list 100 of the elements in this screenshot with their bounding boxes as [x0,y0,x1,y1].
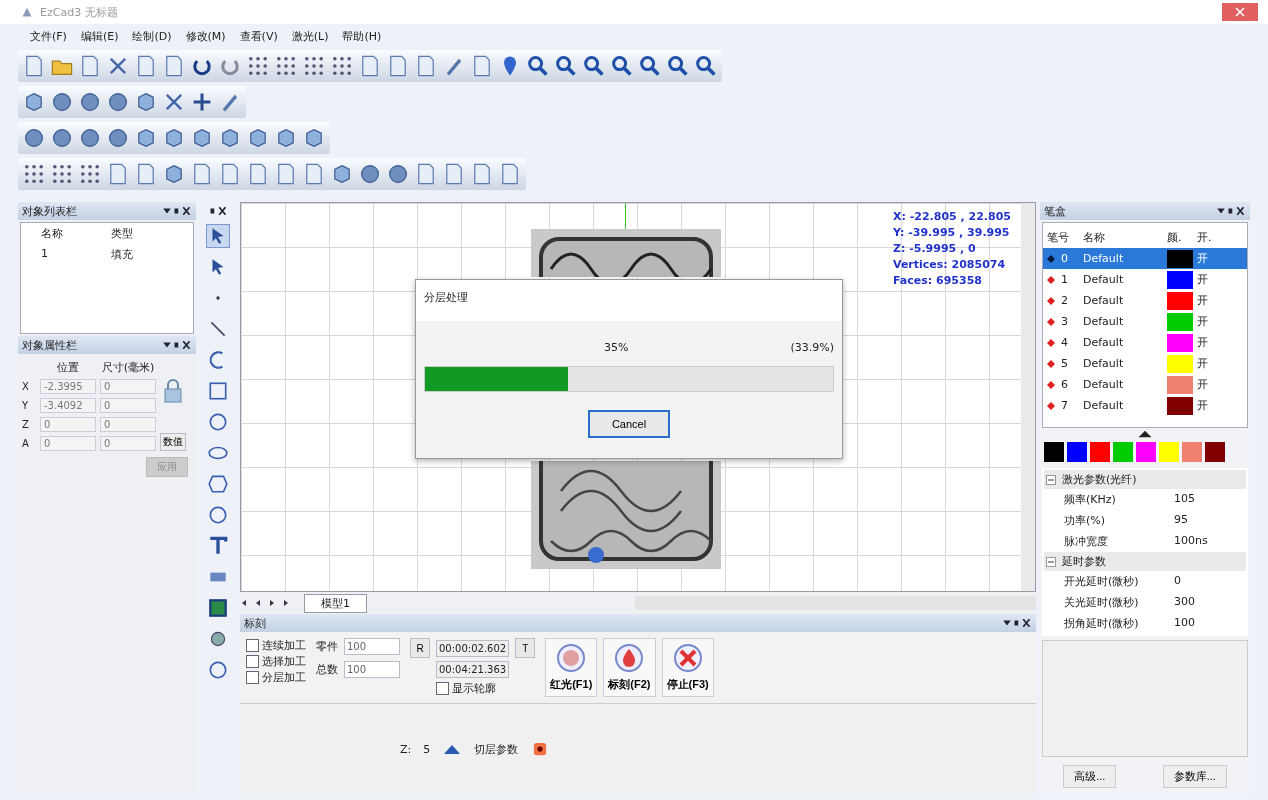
time-button[interactable]: T [515,638,536,658]
dot-grid-icon[interactable] [78,162,102,186]
dot-grid-icon[interactable] [274,54,298,78]
size-field[interactable]: 0 [100,398,156,413]
pen-name: Default [1083,399,1125,412]
pen-row[interactable]: 6 Default 开 [1043,374,1247,395]
checkbox[interactable] [436,682,449,695]
value-button[interactable]: 数值 [160,433,186,451]
panel-button[interactable]: 参数库... [1162,765,1227,788]
search-icon[interactable] [694,54,718,78]
pen-row[interactable]: 5 Default 开 [1043,353,1247,374]
position-field[interactable]: -2.3995 [40,379,96,394]
stop-button[interactable]: 停止(F3) [661,638,714,697]
color-swatch[interactable] [1205,442,1225,462]
color-swatch[interactable] [1159,442,1179,462]
menu-item[interactable]: 绘制(D) [132,28,172,44]
dot-grid-icon[interactable] [302,54,326,78]
square-icon[interactable] [207,380,229,402]
mark-button[interactable]: 标刻(F2) [603,638,656,697]
color-swatch[interactable] [1136,442,1156,462]
sphere-icon[interactable] [50,90,74,114]
column-header: 开. [1197,230,1213,245]
circle-icon[interactable] [207,411,229,433]
sphere-icon[interactable] [106,126,130,150]
input-field[interactable]: 100 [344,638,400,655]
polygon-icon[interactable] [207,473,229,495]
dot-grid-icon[interactable] [50,162,74,186]
sphere-icon[interactable] [78,90,102,114]
size-field[interactable]: 0 [100,379,156,394]
search-icon[interactable] [526,54,550,78]
panel-button[interactable]: 高级... [1063,765,1117,788]
layer-params-label: 切层参数 [474,741,519,757]
pen-on-label: 开 [1197,251,1209,266]
lock-icon[interactable] [163,378,183,404]
column-header: 笔号 [1047,230,1070,245]
pen-row[interactable]: 4 Default 开 [1043,332,1247,353]
sphere-icon[interactable] [50,126,74,150]
pen-row[interactable]: 1 Default 开 [1043,269,1247,290]
position-field[interactable]: 0 [40,417,96,432]
dot-grid-icon[interactable] [22,162,46,186]
triangle-up-icon[interactable] [1137,430,1153,438]
checkbox-label: 显示轮廓 [452,681,496,696]
search-icon[interactable] [554,54,578,78]
param-value: 100ns [1174,534,1209,549]
color-swatch[interactable] [1113,442,1133,462]
position-field[interactable]: 0 [40,436,96,451]
circle-icon[interactable] [207,659,229,681]
menu-item[interactable]: 编辑(E) [80,28,119,44]
panel-controls-icon[interactable] [162,340,192,350]
close-button[interactable] [1222,3,1258,21]
input-field[interactable]: 100 [344,661,400,678]
color-swatch[interactable] [1182,442,1202,462]
pen-row[interactable]: 0 Default 开 [1043,248,1247,269]
sphere-icon[interactable] [386,162,410,186]
checkbox[interactable] [246,671,259,684]
size-field[interactable]: 0 [100,436,156,451]
object-name[interactable]: 1 [41,247,91,262]
pen-row[interactable]: 3 Default 开 [1043,311,1247,332]
reset-button[interactable]: R [410,638,430,658]
panel-controls-icon[interactable] [1002,618,1032,628]
sphere-icon[interactable] [22,126,46,150]
search-icon[interactable] [582,54,606,78]
color-swatch[interactable] [1067,442,1087,462]
text-icon[interactable] [207,535,229,557]
color-swatch[interactable] [1044,442,1064,462]
group-title: 延时参数 [1062,554,1106,569]
scrollbar[interactable] [1021,203,1035,591]
collapse-icon[interactable] [1046,474,1056,485]
sphere-icon[interactable] [106,90,130,114]
pen-row[interactable]: 2 Default 开 [1043,290,1247,311]
menu-item[interactable]: 帮助(H) [342,28,382,44]
menu-item[interactable]: 激光(L) [291,28,329,44]
sphere-icon[interactable] [78,126,102,150]
panel-controls-icon[interactable] [208,206,228,216]
column-header: 名称 [41,226,64,241]
pen-on-label: 开 [1197,314,1209,329]
menu-item[interactable]: 修改(M) [185,28,226,44]
panel-controls-icon[interactable] [162,206,192,216]
drawing-canvas[interactable]: X: -22.805 , 22.805 Y: -39.995 , 39.995 Z: -5.9995 , 0 Vertices: 2085074 Faces: 695358 分层处理 35% (33.9%) Cancel [240,202,1036,592]
checkbox[interactable] [246,655,259,668]
search-icon[interactable] [610,54,634,78]
position-field[interactable]: -3.4092 [40,398,96,413]
search-icon[interactable] [666,54,690,78]
pen-row[interactable]: 7 Default 开 [1043,395,1247,416]
circle-icon[interactable] [207,504,229,526]
checkbox[interactable] [246,639,259,652]
sphere-icon[interactable] [358,162,382,186]
light-button[interactable]: 红光(F1) [545,638,598,697]
dot-grid-icon[interactable] [246,54,270,78]
dot-grid-icon[interactable] [330,54,354,78]
cancel-button[interactable]: Cancel [587,410,671,438]
collapse-icon[interactable] [1046,556,1056,567]
panel-controls-icon[interactable] [1216,206,1246,216]
search-icon[interactable] [638,54,662,78]
size-field[interactable]: 0 [100,417,156,432]
pointer-icon[interactable] [207,225,229,247]
color-swatch[interactable] [1090,442,1110,462]
menu-item[interactable]: 查看(V) [239,28,278,44]
model-tab[interactable]: 模型1 [304,593,367,613]
menu-item[interactable]: 文件(F) [30,28,67,44]
